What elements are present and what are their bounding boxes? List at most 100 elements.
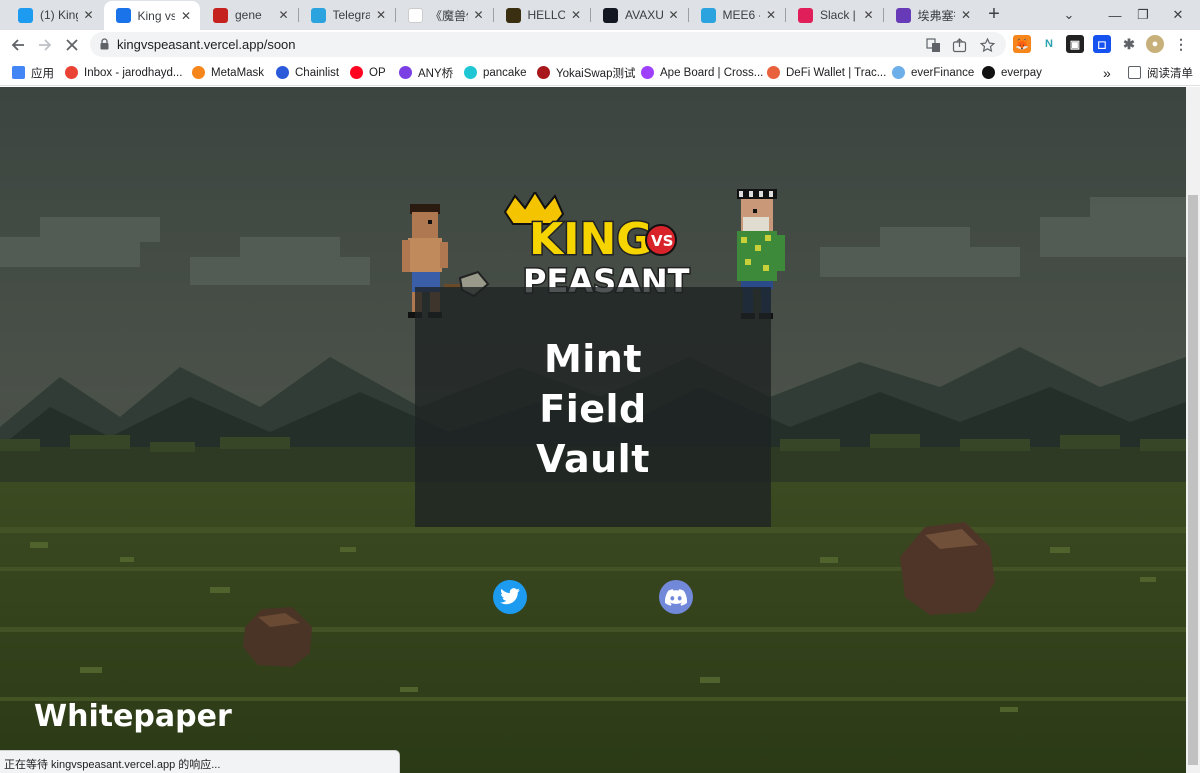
- bookmark-star-icon[interactable]: [978, 36, 996, 54]
- mee6-icon: [700, 7, 716, 23]
- bookmark-label: ANY桥: [418, 67, 454, 80]
- translate-icon[interactable]: [924, 36, 942, 54]
- document-icon: [408, 7, 423, 23]
- twitter-button[interactable]: [493, 580, 527, 614]
- tab-7[interactable]: AVAXUS✕: [591, 0, 688, 30]
- tab-title: MEE6 - T: [722, 8, 761, 22]
- close-tab-icon[interactable]: ✕: [763, 7, 779, 23]
- bookmark-label: YokaiSwap测试: [556, 67, 636, 80]
- bookmark-2[interactable]: Inbox - jarodhayd...: [65, 64, 182, 81]
- bookmark-label: MetaMask: [211, 66, 265, 79]
- bookmark-label: OP: [369, 66, 386, 79]
- game-icon: [505, 7, 521, 23]
- field-link[interactable]: Field: [415, 387, 771, 431]
- tab-10[interactable]: 埃弗塞德✕: [884, 0, 981, 30]
- forward-button[interactable]: [33, 33, 57, 57]
- share-icon[interactable]: [950, 36, 968, 54]
- tab-title: Slack | g: [820, 8, 858, 22]
- tab-3[interactable]: gene ✕: [201, 0, 298, 30]
- close-window-button[interactable]: ✕: [1155, 0, 1200, 30]
- vault-link[interactable]: Vault: [415, 437, 771, 481]
- mint-link[interactable]: Mint: [415, 337, 771, 381]
- tab-title: AVAXUS: [625, 8, 663, 22]
- page-viewport: KING VS PEASANT Mint Field Vault Whitepa…: [0, 87, 1186, 773]
- close-tab-icon[interactable]: ✕: [276, 7, 292, 23]
- chat-icon: [213, 7, 228, 23]
- close-tab-icon[interactable]: ✕: [81, 7, 97, 23]
- loading-spinner-icon: [115, 8, 131, 23]
- bookmark-11[interactable]: everFinance: [892, 64, 974, 81]
- reading-list-button[interactable]: 阅读清单: [1128, 64, 1193, 81]
- close-tab-icon[interactable]: ✕: [471, 7, 487, 23]
- discord-button[interactable]: [659, 580, 693, 614]
- reading-list-label: 阅读清单: [1147, 67, 1193, 80]
- tab-title: Telegram: [332, 8, 371, 22]
- tab-8[interactable]: MEE6 - T✕: [689, 0, 786, 30]
- puzzle-extensions-icon[interactable]: ✱: [1120, 35, 1138, 53]
- bookmark-6[interactable]: ANY桥: [399, 64, 453, 81]
- close-tab-icon[interactable]: ✕: [373, 7, 389, 23]
- king-vs-peasant-logo: KING VS PEASANT: [503, 192, 691, 300]
- tab-1[interactable]: (1) KingV✕: [6, 0, 103, 30]
- telegram-icon: [310, 7, 326, 23]
- form-icon: [895, 7, 911, 23]
- tab-5[interactable]: 《魔兽传✕: [396, 0, 493, 30]
- n-extension-icon[interactable]: N: [1040, 35, 1058, 53]
- scrollbar-thumb[interactable]: [1188, 195, 1198, 765]
- twitter-icon: [18, 7, 33, 23]
- close-tab-icon[interactable]: ✕: [568, 7, 584, 23]
- bookmark-5[interactable]: OP: [350, 64, 386, 81]
- bookmark-3[interactable]: MetaMask: [192, 64, 264, 81]
- page-scrollbar[interactable]: [1186, 87, 1200, 773]
- tab-search-button[interactable]: ⌄: [1046, 0, 1092, 30]
- pancakeswap-icon: [464, 66, 477, 79]
- back-button[interactable]: [6, 33, 30, 57]
- bookmarks-bar: 应用 Inbox - jarodhayd... MetaMask Chainlist O…: [0, 59, 1200, 86]
- more-menu-icon[interactable]: ⋮: [1172, 35, 1190, 53]
- discord-icon: [665, 588, 687, 606]
- bookmark-1[interactable]: 应用: [12, 64, 54, 81]
- tab-strip: (1) KingV✕King vs P✕gene✕Telegram✕《魔兽传✕H…: [0, 0, 1200, 30]
- close-tab-icon[interactable]: ✕: [861, 7, 877, 23]
- bookmark-label: pancake: [483, 66, 527, 79]
- chainlist-icon: [276, 66, 289, 79]
- bookmark-label: everpay: [1001, 66, 1042, 79]
- tab-title: HELLO G: [527, 8, 566, 22]
- avatar[interactable]: ●: [1146, 35, 1164, 53]
- yokaiswap-icon: [537, 66, 550, 79]
- bookmark-label: Inbox - jarodhayd...: [84, 66, 183, 79]
- tab-title: King vs P: [137, 8, 176, 23]
- metamask-extension-icon[interactable]: 🦊: [1013, 35, 1031, 53]
- arrow-left-icon: [11, 39, 24, 51]
- close-tab-icon[interactable]: ✕: [666, 7, 682, 23]
- bookmark-10[interactable]: DeFi Wallet | Trac...: [767, 64, 886, 81]
- new-tab-button[interactable]: +: [983, 4, 1005, 26]
- lock-icon: [100, 38, 109, 50]
- tradingview-icon: [603, 7, 618, 23]
- tab-6[interactable]: HELLO G✕: [494, 0, 591, 30]
- tab-2[interactable]: King vs P✕: [103, 1, 200, 30]
- close-tab-icon[interactable]: ✕: [178, 8, 194, 24]
- browser-toolbar: kingvspeasant.vercel.app/soon 🦊 N ▣ ◻ ✱ …: [0, 30, 1200, 59]
- tab-9[interactable]: Slack | g✕: [786, 0, 883, 30]
- bookmark-8[interactable]: YokaiSwap测试: [537, 64, 635, 81]
- whitepaper-link[interactable]: Whitepaper: [34, 699, 232, 734]
- wallet-extension-icon[interactable]: ▣: [1066, 35, 1084, 53]
- anyswap-icon: [399, 66, 412, 79]
- bookmark-7[interactable]: pancake: [464, 64, 526, 81]
- logo-king-text: KING: [529, 214, 652, 265]
- bookmark-4[interactable]: Chainlist: [276, 64, 339, 81]
- bookmark-9[interactable]: Ape Board | Cross...: [641, 64, 763, 81]
- bookmark-12[interactable]: everpay: [982, 64, 1042, 81]
- stop-loading-button[interactable]: [60, 33, 84, 57]
- tab-4[interactable]: Telegram✕: [299, 0, 396, 30]
- coinbase-extension-icon[interactable]: ◻: [1093, 35, 1111, 53]
- everpay-icon: [982, 66, 995, 79]
- address-bar[interactable]: kingvspeasant.vercel.app/soon: [90, 32, 1006, 57]
- bookmark-label: Chainlist: [295, 66, 340, 79]
- bookmark-label: DeFi Wallet | Trac...: [786, 66, 887, 79]
- bookmarks-more-button[interactable]: »: [1103, 64, 1111, 81]
- menu-panel: Mint Field Vault: [415, 287, 771, 527]
- tab-title: (1) KingV: [40, 8, 78, 22]
- close-tab-icon[interactable]: ✕: [958, 7, 974, 23]
